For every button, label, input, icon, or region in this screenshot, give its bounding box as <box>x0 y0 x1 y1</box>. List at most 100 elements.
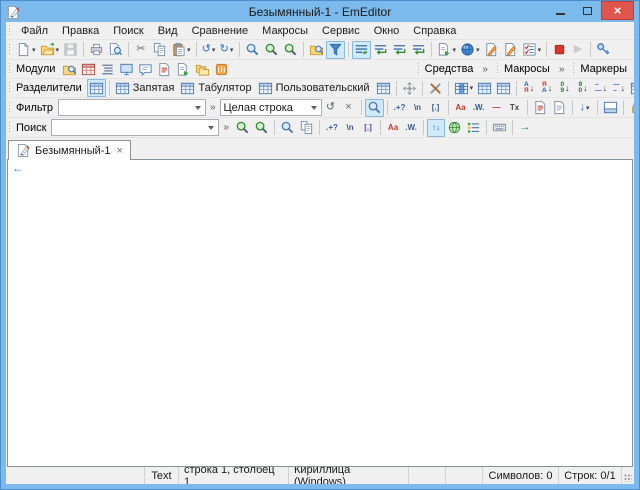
macros-toolbar-more-button[interactable]: » <box>555 64 569 75</box>
new-button[interactable]: ▾ <box>14 41 38 59</box>
search-whole-word-button[interactable]: .W. <box>402 119 420 137</box>
filter-all-documents-button[interactable] <box>550 99 569 117</box>
filter-match-case-button[interactable]: Aa <box>452 99 470 117</box>
search-jump-button[interactable]: → <box>516 119 534 137</box>
undo-button[interactable]: ↺▾ <box>200 41 218 59</box>
filter-history-button[interactable]: » <box>206 102 220 113</box>
maximize-button[interactable] <box>574 1 601 20</box>
wrap-by-character-button[interactable] <box>371 41 390 59</box>
menu-item-9[interactable]: Справка <box>406 24 463 38</box>
combo-arrow-icon[interactable] <box>204 120 218 135</box>
search-history-button[interactable]: » <box>219 122 233 133</box>
module-open-documents-button[interactable] <box>193 60 212 78</box>
menu-item-2[interactable]: Правка <box>55 24 106 38</box>
paste-button[interactable]: ▾ <box>169 41 193 59</box>
separator-custom-button[interactable]: Пользовательский <box>256 79 374 97</box>
filter-clear-button[interactable]: Тx <box>506 99 524 117</box>
filter-lock-button[interactable] <box>627 99 634 117</box>
search-escape-button[interactable]: \n <box>341 119 359 137</box>
cut-button[interactable]: ✂ <box>132 41 150 59</box>
record-macro-button[interactable] <box>550 41 569 59</box>
menu-item-3[interactable]: Поиск <box>106 24 150 38</box>
tab-document[interactable]: Безымянный-1 × <box>8 140 131 160</box>
filter-highlight-button[interactable] <box>365 99 384 117</box>
find-button[interactable] <box>243 41 262 59</box>
search-match-case-button[interactable]: Aa <box>384 119 402 137</box>
delete-duplicates-button[interactable] <box>628 79 634 97</box>
separator-comma-button[interactable]: Запятая <box>113 79 179 97</box>
search-extract-button[interactable] <box>297 119 316 137</box>
document-config-button[interactable]: ▾ <box>435 41 459 59</box>
filter-toolbar-toggle[interactable] <box>326 41 345 59</box>
menu-item-7[interactable]: Сервис <box>315 24 367 38</box>
filter-panel-button[interactable] <box>601 99 620 117</box>
select-column-button[interactable]: ▾ <box>452 79 476 97</box>
filter-bookmark-button[interactable]: ↓▾ <box>576 99 594 117</box>
select-macro-button[interactable]: ▾ <box>520 41 544 59</box>
wrap-by-page-button[interactable] <box>409 41 428 59</box>
separator-none-button[interactable] <box>374 79 393 97</box>
filter-regex-button[interactable]: .+? <box>391 99 409 117</box>
sort-number-ascending-button[interactable]: 09↓ <box>556 79 574 97</box>
menu-item-6[interactable]: Макросы <box>255 24 315 38</box>
module-web-preview-button[interactable] <box>174 60 193 78</box>
print-button[interactable] <box>87 41 106 59</box>
copy-button[interactable] <box>150 41 169 59</box>
find-in-files-button[interactable] <box>307 41 326 59</box>
wrap-none-button[interactable] <box>352 41 371 59</box>
sort-number-descending-button[interactable]: 90↓ <box>574 79 592 97</box>
edit-macro-button[interactable] <box>482 41 501 59</box>
filter-whole-word-button[interactable]: .W. <box>470 99 488 117</box>
find-previous-button[interactable] <box>262 41 281 59</box>
resize-grip[interactable] <box>621 467 634 484</box>
search-list-button[interactable] <box>464 119 483 137</box>
sort-az-button[interactable]: АЯ↓ <box>520 79 538 97</box>
filter-mode-select[interactable]: Целая строка <box>220 99 322 116</box>
combo-arrow-icon[interactable] <box>191 100 205 115</box>
separator-default-button[interactable] <box>87 79 106 97</box>
search-ime-button[interactable] <box>490 119 509 137</box>
module-snippets-button[interactable] <box>136 60 155 78</box>
module-projects-button[interactable] <box>117 60 136 78</box>
separator-tab-button[interactable]: Табулятор <box>178 79 255 97</box>
filter-input[interactable] <box>58 99 206 116</box>
open-button[interactable]: ▾ <box>38 41 62 59</box>
filter-document-button[interactable] <box>531 99 550 117</box>
search-next-button[interactable] <box>252 119 271 137</box>
menu-item-1[interactable]: Файл <box>14 24 55 38</box>
encoding-button[interactable]: ▾ <box>458 41 482 59</box>
close-button[interactable]: × <box>601 1 634 20</box>
module-html-bar-button[interactable] <box>79 60 98 78</box>
edit-all-macros-button[interactable] <box>501 41 520 59</box>
search-highlight-button[interactable] <box>278 119 297 137</box>
module-word-count-button[interactable] <box>212 60 231 78</box>
filter-char-class-button[interactable]: [.] <box>427 99 445 117</box>
module-outline-button[interactable] <box>98 60 117 78</box>
editor-area[interactable]: ← <box>7 159 633 467</box>
move-separator-button[interactable] <box>400 79 419 97</box>
module-validator-button[interactable] <box>155 60 174 78</box>
run-macro-button[interactable]: ▶ <box>569 41 587 59</box>
save-button[interactable] <box>61 41 80 59</box>
sort-length-ascending-button[interactable]: –—↓ <box>592 79 610 97</box>
module-explorer-button[interactable] <box>60 60 79 78</box>
filter-negative-button[interactable]: — <box>488 99 506 117</box>
tab-close-icon[interactable]: × <box>117 145 123 157</box>
print-preview-button[interactable] <box>106 41 125 59</box>
menu-item-5[interactable]: Сравнение <box>185 24 256 38</box>
filter-refresh-button[interactable]: ↺ <box>322 99 340 117</box>
redo-button[interactable]: ↻▾ <box>218 41 236 59</box>
wrap-by-window-button[interactable] <box>390 41 409 59</box>
combo-arrow-icon[interactable] <box>307 100 321 115</box>
sort-za-button[interactable]: ЯА↓ <box>538 79 556 97</box>
search-regex-button[interactable]: .+? <box>323 119 341 137</box>
search-direction-toggle[interactable]: ↑↓ <box>427 119 445 137</box>
menu-item-4[interactable]: Вид <box>151 24 185 38</box>
freeze-columns-button[interactable] <box>494 79 513 97</box>
convert-csv-button[interactable] <box>426 79 445 97</box>
menu-item-8[interactable]: Окно <box>367 24 407 38</box>
sort-length-descending-button[interactable]: —–↓ <box>610 79 628 97</box>
keyboard-map-button[interactable] <box>594 41 613 59</box>
filter-escape-button[interactable]: \n <box>409 99 427 117</box>
find-next-button[interactable] <box>281 41 300 59</box>
